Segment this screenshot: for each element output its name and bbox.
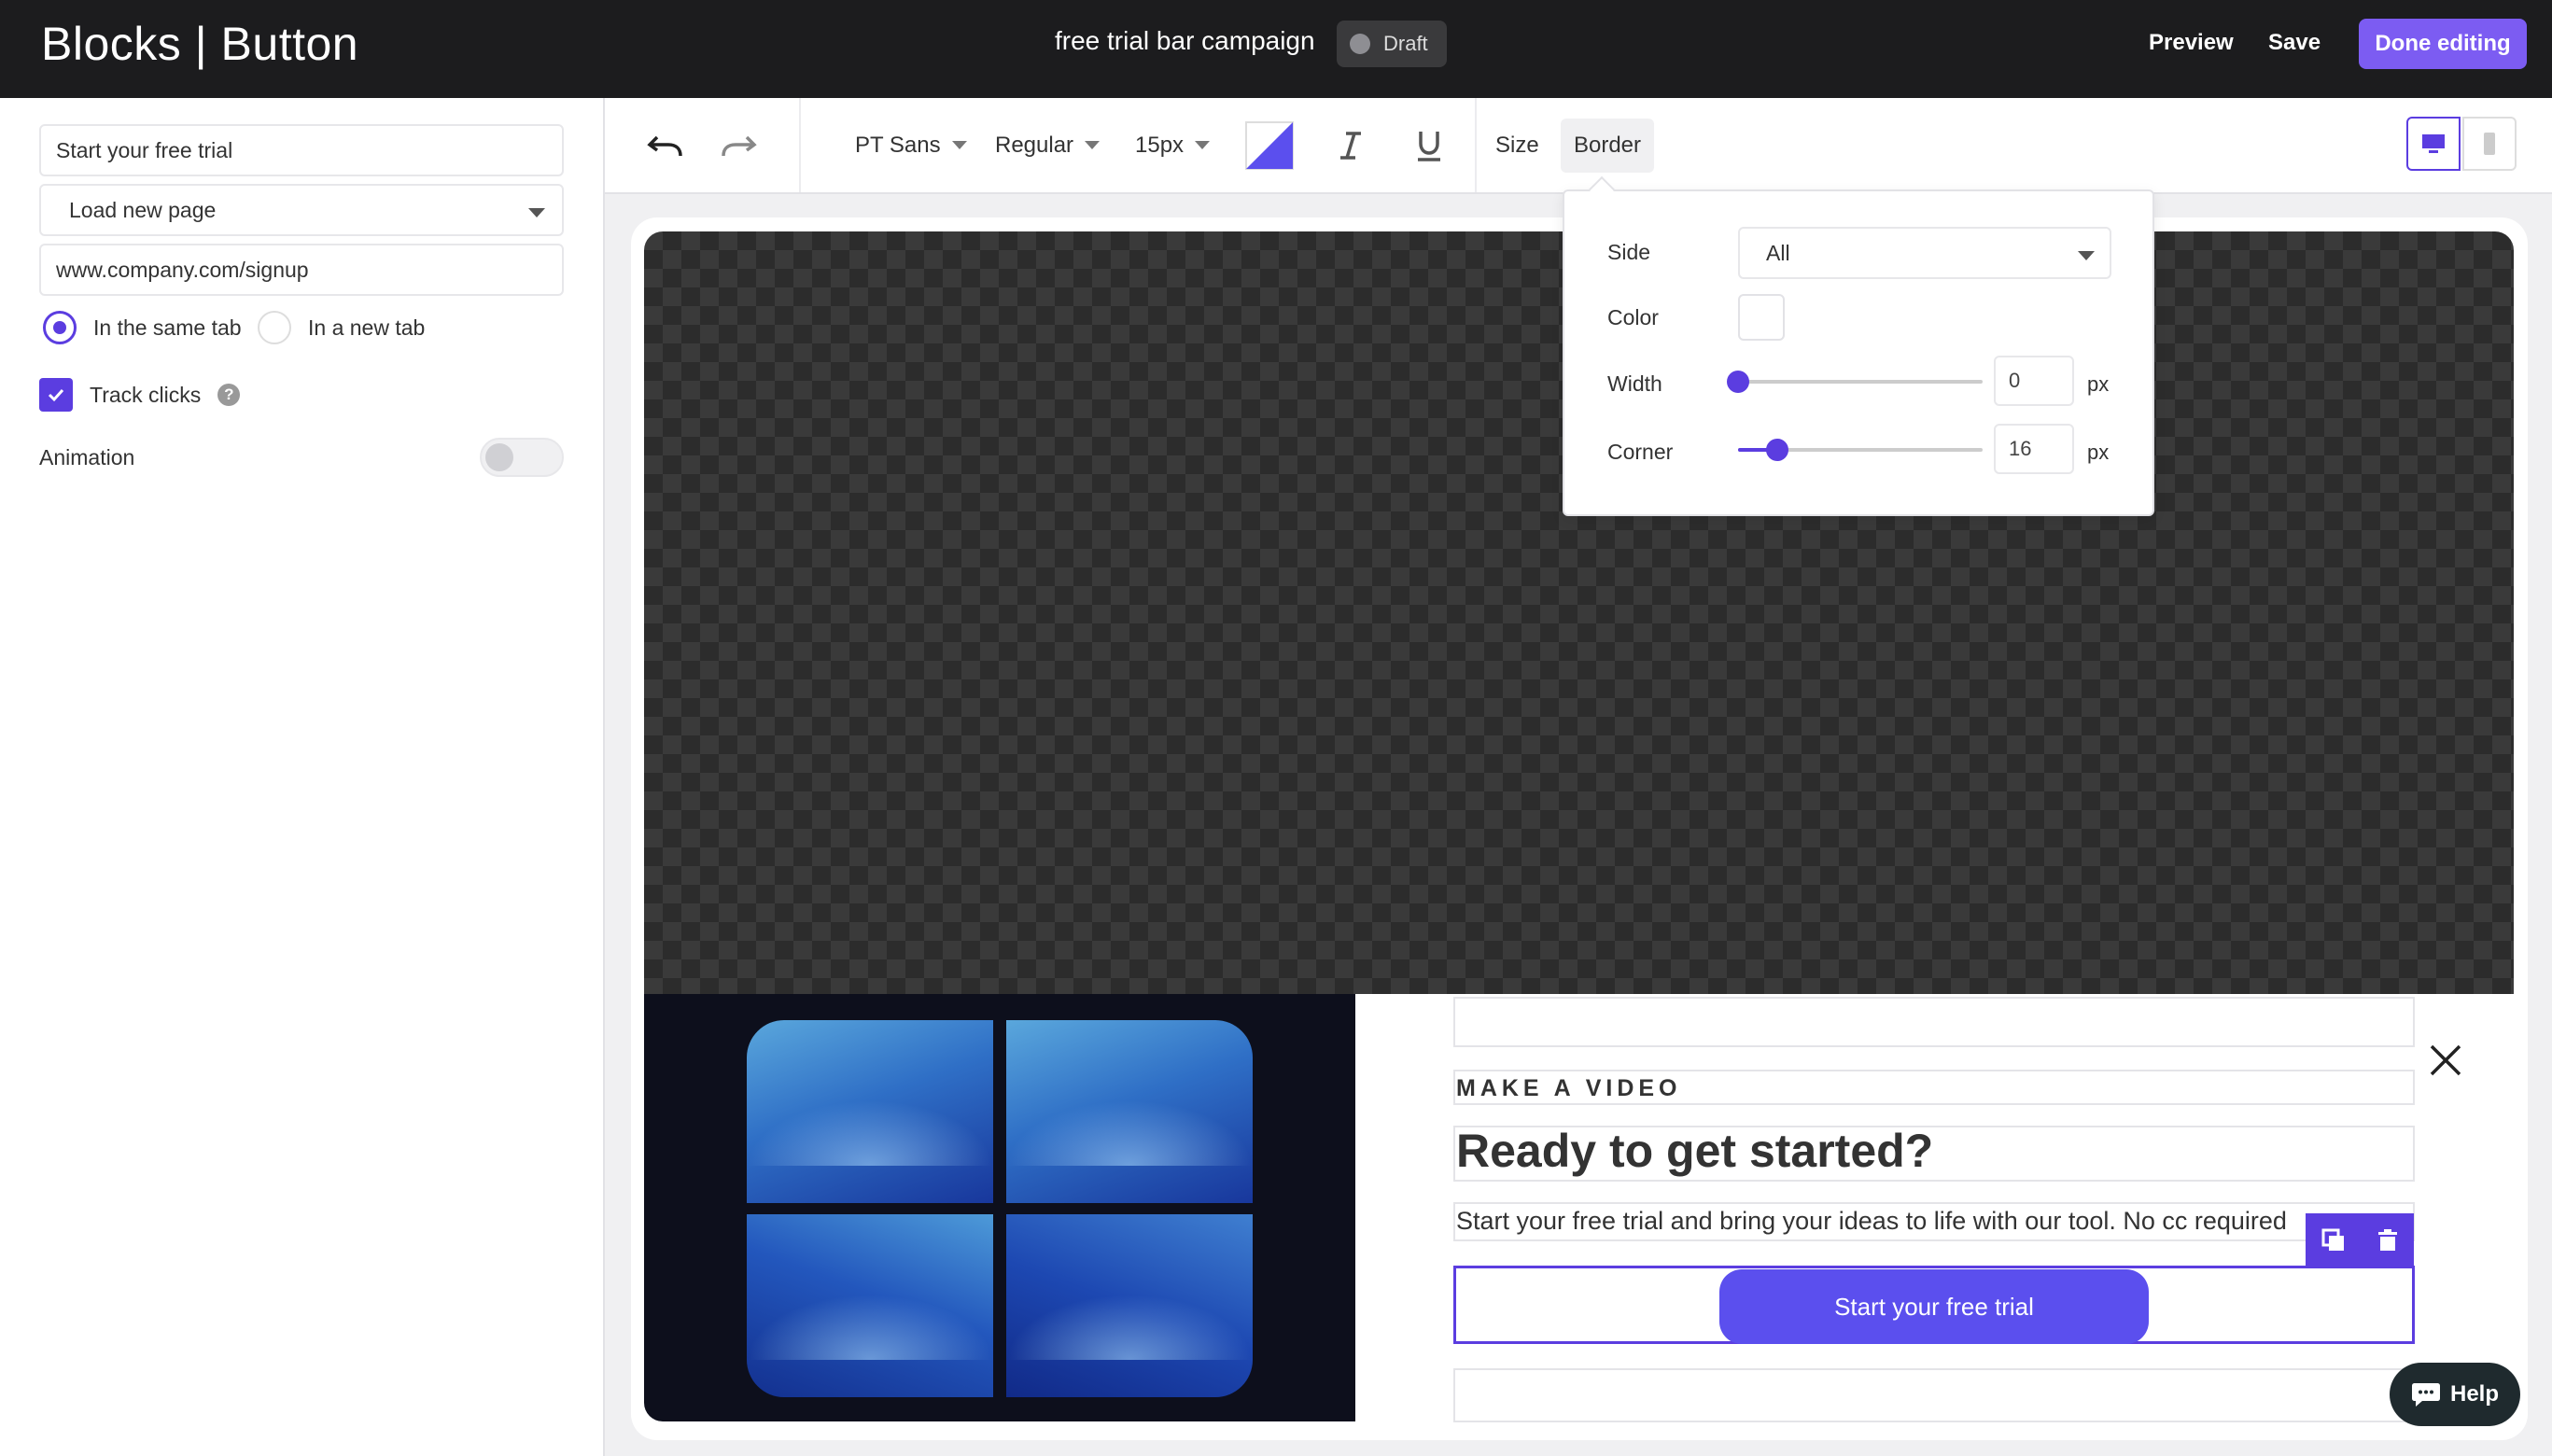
action-select[interactable]: Load new page bbox=[39, 184, 564, 236]
chevron-down-icon bbox=[528, 208, 545, 217]
window-pane bbox=[747, 1020, 993, 1203]
chevron-down-icon bbox=[951, 141, 967, 149]
hero-image bbox=[644, 994, 1355, 1421]
status-label: Draft bbox=[1383, 32, 1428, 55]
top-bar: Blocks | Button free trial bar campaign … bbox=[0, 0, 2552, 98]
mobile-view-button[interactable] bbox=[2462, 117, 2517, 171]
window-pane bbox=[1006, 1214, 1253, 1397]
trash-icon[interactable] bbox=[2377, 1228, 2399, 1253]
toolbar-divider bbox=[1475, 98, 1477, 192]
slider-thumb[interactable] bbox=[1727, 371, 1749, 393]
animation-toggle[interactable] bbox=[480, 438, 564, 477]
radio-new-tab-label: In a new tab bbox=[308, 315, 426, 340]
radio-new-tab[interactable]: In a new tab bbox=[258, 311, 425, 344]
empty-block[interactable] bbox=[1453, 997, 2415, 1047]
chat-bubble-icon bbox=[2411, 1383, 2440, 1407]
preview-button[interactable]: Preview bbox=[2149, 30, 2234, 56]
track-clicks-checkbox[interactable] bbox=[39, 378, 73, 412]
radio-same-tab[interactable]: In the same tab bbox=[43, 311, 242, 344]
width-slider[interactable] bbox=[1727, 371, 1983, 393]
status-badge: Draft bbox=[1337, 21, 1447, 67]
slider-thumb[interactable] bbox=[1765, 439, 1788, 461]
width-input[interactable]: 0 bbox=[1994, 356, 2074, 406]
toggle-knob bbox=[485, 443, 513, 471]
border-tab[interactable]: Border bbox=[1561, 119, 1654, 173]
close-icon[interactable] bbox=[2427, 1042, 2464, 1079]
duplicate-icon[interactable] bbox=[2321, 1228, 2346, 1253]
side-select[interactable]: All bbox=[1738, 227, 2111, 279]
block-actions bbox=[2306, 1213, 2414, 1267]
color-label: Color bbox=[1607, 305, 1659, 329]
properties-panel: Start your free trial Load new page www.… bbox=[0, 98, 605, 1456]
help-question-icon[interactable]: ? bbox=[217, 384, 241, 406]
font-weight-value: Regular bbox=[995, 132, 1074, 158]
animation-label: Animation bbox=[39, 445, 135, 469]
italic-button[interactable] bbox=[1337, 98, 1365, 192]
mobile-icon bbox=[2484, 133, 2495, 155]
toolbar-divider bbox=[799, 98, 801, 192]
corner-slider[interactable] bbox=[1738, 439, 1983, 461]
body-text: Start your free trial and bring your ide… bbox=[1456, 1207, 2287, 1235]
window-graphic bbox=[747, 1020, 1255, 1397]
done-editing-button[interactable]: Done editing bbox=[2359, 19, 2527, 69]
undo-icon bbox=[647, 135, 682, 156]
width-label: Width bbox=[1607, 371, 1662, 396]
color-swatch-icon bbox=[1245, 120, 1294, 170]
undo-button[interactable] bbox=[646, 98, 685, 192]
font-size-select[interactable]: 15px bbox=[1135, 98, 1211, 192]
underline-icon bbox=[1418, 131, 1440, 161]
font-family-value: PT Sans bbox=[855, 132, 941, 158]
eyebrow-text: MAKE A VIDEO bbox=[1456, 1075, 1682, 1101]
save-button[interactable]: Save bbox=[2268, 30, 2321, 56]
radio-same-tab-label: In the same tab bbox=[93, 315, 242, 340]
desktop-icon bbox=[2422, 134, 2445, 153]
font-size-value: 15px bbox=[1135, 132, 1185, 158]
window-pane bbox=[1006, 1020, 1253, 1203]
help-button[interactable]: Help bbox=[2390, 1363, 2520, 1426]
font-weight-select[interactable]: Regular bbox=[995, 98, 1101, 192]
help-label: Help bbox=[2449, 1381, 2499, 1407]
action-select-value: Load new page bbox=[69, 197, 217, 222]
radio-unselected-icon[interactable] bbox=[258, 311, 291, 344]
animation-row: Animation bbox=[39, 438, 564, 477]
format-toolbar: PT Sans Regular 15px Size Border bbox=[605, 98, 2552, 194]
headline-text: Ready to get started? bbox=[1456, 1125, 1934, 1177]
italic-icon bbox=[1340, 131, 1361, 160]
track-clicks-label: Track clicks bbox=[90, 382, 202, 407]
page-title: Blocks | Button bbox=[41, 18, 359, 70]
font-family-select[interactable]: PT Sans bbox=[855, 98, 967, 192]
chevron-down-icon bbox=[1195, 141, 1211, 149]
underline-button[interactable] bbox=[1415, 98, 1443, 192]
cta-button[interactable]: Start your free trial bbox=[1719, 1269, 2149, 1344]
track-clicks-row[interactable]: Track clicks ? bbox=[39, 378, 241, 412]
side-select-value: All bbox=[1766, 240, 1790, 265]
campaign-name[interactable]: free trial bar campaign bbox=[1055, 26, 1315, 56]
size-tab[interactable]: Size bbox=[1495, 98, 1539, 192]
redo-button[interactable] bbox=[719, 98, 758, 192]
width-unit: px bbox=[2087, 372, 2110, 396]
border-color-swatch[interactable] bbox=[1738, 294, 1785, 341]
redo-icon bbox=[722, 135, 757, 156]
radio-selected-icon[interactable] bbox=[43, 311, 77, 344]
corner-input[interactable]: 16 bbox=[1994, 424, 2074, 474]
desktop-view-button[interactable] bbox=[2406, 117, 2461, 171]
border-popover: Side All Color Width 0 px Corner 16 px bbox=[1563, 175, 2154, 516]
chevron-down-icon bbox=[1085, 141, 1101, 149]
window-pane bbox=[747, 1214, 993, 1397]
button-text-input[interactable]: Start your free trial bbox=[39, 124, 564, 176]
checkmark-icon bbox=[48, 388, 64, 402]
chevron-down-icon bbox=[2078, 251, 2095, 260]
side-label: Side bbox=[1607, 240, 1651, 264]
empty-block[interactable] bbox=[1453, 1368, 2415, 1422]
corner-label: Corner bbox=[1607, 440, 1674, 464]
color-picker-button[interactable] bbox=[1245, 98, 1294, 192]
url-input[interactable]: www.company.com/signup bbox=[39, 244, 564, 296]
corner-unit: px bbox=[2087, 441, 2110, 464]
status-dot-icon bbox=[1350, 34, 1370, 54]
